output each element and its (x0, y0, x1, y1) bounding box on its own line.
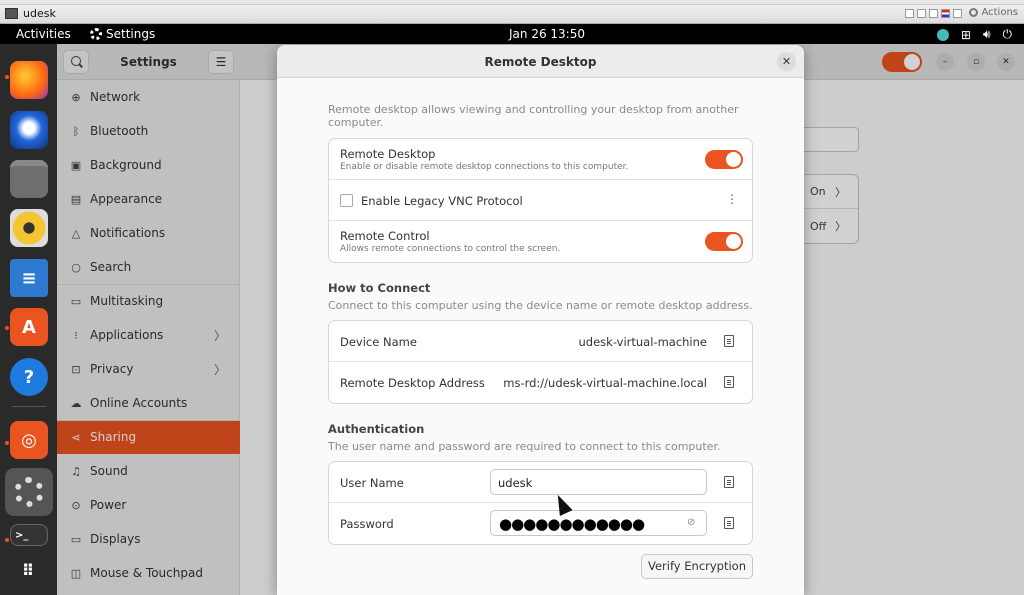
remote-desktop-card: Remote Desktop Enable or disable remote … (328, 138, 753, 263)
vm-flag-icon[interactable] (941, 9, 950, 18)
firefox-icon[interactable] (10, 61, 48, 99)
device-name-label: Device Name (340, 335, 417, 349)
how-to-connect-title: How to Connect (328, 281, 431, 295)
address-row: Remote Desktop Address ms-rd://udesk-vir… (329, 362, 752, 403)
vm-actions-button[interactable]: Actions (969, 7, 1018, 18)
terminal-icon[interactable]: >_ (10, 524, 48, 546)
network-status-icon[interactable]: ⊞ (961, 28, 971, 42)
remote-control-row: Remote Control Allows remote connections… (329, 221, 752, 262)
gear-icon (14, 477, 44, 507)
password-label: Password (340, 517, 394, 531)
running-indicator (5, 538, 9, 542)
remote-desktop-dialog: Remote Desktop ✕ Remote desktop allows v… (277, 45, 804, 595)
authentication-desc: The user name and password are required … (328, 440, 721, 453)
legacy-vnc-row: Enable Legacy VNC Protocol ⋮ (329, 180, 752, 221)
help-icon[interactable]: ? (10, 358, 48, 396)
copy-icon[interactable] (724, 476, 734, 488)
verify-encryption-button[interactable]: Verify Encryption (641, 554, 753, 579)
writer-icon[interactable]: ≡ (10, 259, 48, 297)
username-row: User Name udesk (329, 462, 752, 503)
running-indicator (5, 75, 9, 79)
app-menu[interactable]: Settings (90, 27, 155, 41)
ubuntu-icon[interactable]: ◎ (10, 421, 48, 459)
dock-separator (12, 406, 46, 407)
remote-control-sub: Allows remote connections to control the… (340, 244, 561, 254)
address-value: ms-rd://udesk-virtual-machine.local (503, 376, 707, 390)
vm-fullscreen-icon[interactable] (929, 9, 938, 18)
device-name-row: Device Name udesk-virtual-machine (329, 321, 752, 362)
password-input[interactable]: ●●●●●●●●●●●● ⊘ (490, 510, 707, 536)
copy-icon[interactable] (724, 517, 734, 529)
running-indicator (5, 326, 9, 330)
username-label: User Name (340, 476, 404, 490)
remote-desktop-label: Remote Desktop (340, 147, 436, 161)
app-center-icon[interactable]: A (10, 308, 48, 346)
vm-minimize-icon[interactable] (905, 9, 914, 18)
activities-button[interactable]: Activities (16, 27, 71, 41)
address-label: Remote Desktop Address (340, 376, 485, 390)
remote-control-label: Remote Control (340, 229, 430, 243)
password-mask: ●●●●●●●●●●●● (499, 515, 645, 533)
vm-actions-label: Actions (981, 7, 1018, 18)
files-icon[interactable] (10, 160, 48, 198)
dock: ≡ A ? ◎ >_ ⠿ (0, 44, 57, 595)
rhythmbox-icon[interactable] (10, 209, 48, 247)
vm-restore-icon[interactable] (917, 9, 926, 18)
connection-card: Device Name udesk-virtual-machine Remote… (328, 320, 753, 404)
remote-desktop-sub: Enable or disable remote desktop connect… (340, 162, 629, 172)
thunderbird-icon[interactable] (10, 111, 48, 149)
settings-gear-icon (90, 28, 102, 40)
authentication-title: Authentication (328, 422, 425, 436)
system-tray[interactable]: ⊞ 🔊︎ ⏻ (936, 27, 1013, 42)
device-name-value: udesk-virtual-machine (578, 335, 708, 349)
settings-app-icon[interactable] (5, 468, 53, 516)
password-row: Password ●●●●●●●●●●●● ⊘ (329, 503, 752, 544)
update-icon[interactable] (936, 28, 949, 41)
clock[interactable]: Jan 26 13:50 (509, 27, 585, 41)
more-options-icon[interactable]: ⋮ (726, 192, 738, 206)
volume-icon[interactable]: 🔊︎ (983, 27, 991, 42)
authentication-card: User Name udesk Password ●●●●●●●●●●●● ⊘ (328, 461, 753, 545)
gear-icon (969, 8, 979, 17)
vm-title: udesk (23, 7, 56, 20)
eye-slash-icon[interactable]: ⊘ (687, 517, 699, 529)
remote-control-toggle[interactable] (705, 232, 743, 251)
power-icon[interactable]: ⏻ (1003, 27, 1013, 42)
how-to-connect-desc: Connect to this computer using the devic… (328, 299, 753, 312)
dialog-header: Remote Desktop ✕ (277, 45, 804, 78)
copy-icon[interactable] (724, 376, 734, 388)
vm-window-bar: udesk Actions (0, 0, 1024, 24)
vm-keyboard-icon[interactable] (953, 9, 962, 18)
vm-controls (905, 9, 962, 18)
legacy-vnc-label: Enable Legacy VNC Protocol (361, 194, 523, 208)
running-indicator (5, 441, 9, 445)
username-input[interactable]: udesk (490, 469, 707, 495)
app-menu-label: Settings (106, 27, 156, 41)
vm-terminal-icon (5, 8, 18, 19)
show-apps-icon[interactable]: ⠿ (10, 552, 48, 590)
copy-icon[interactable] (724, 335, 734, 347)
vm-top-strip (0, 0, 1024, 5)
dialog-description: Remote desktop allows viewing and contro… (328, 103, 739, 129)
top-bar: Activities Settings Jan 26 13:50 ⊞ 🔊︎ ⏻ (0, 24, 1024, 44)
close-icon[interactable]: ✕ (777, 52, 796, 71)
remote-desktop-toggle[interactable] (705, 150, 743, 169)
legacy-vnc-checkbox[interactable] (340, 194, 353, 207)
remote-desktop-row: Remote Desktop Enable or disable remote … (329, 139, 752, 180)
dialog-title: Remote Desktop (484, 55, 597, 69)
